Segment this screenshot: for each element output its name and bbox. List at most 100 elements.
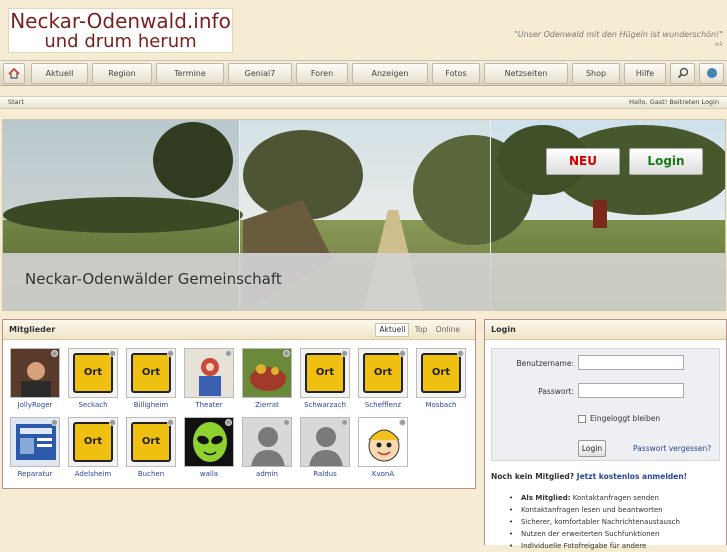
member-card[interactable]: Ort Mosbach [415, 348, 467, 409]
member-card[interactable]: Ort Adelsheim [67, 417, 119, 478]
member-avatar[interactable]: Ort [68, 417, 118, 467]
member-card[interactable]: Zierrat [241, 348, 293, 409]
list-item: Kontaktanfragen lesen und beantworten [509, 504, 680, 516]
online-status-dot [167, 419, 174, 426]
logo-line1: Neckar-Odenwald.info [10, 9, 231, 33]
online-status-dot [457, 350, 464, 357]
member-avatar[interactable] [10, 348, 60, 398]
member-avatar[interactable] [184, 417, 234, 467]
member-avatar[interactable] [358, 417, 408, 467]
online-status-dot [283, 350, 290, 357]
banner-login-button[interactable]: Login [629, 148, 703, 175]
member-card[interactable]: Ort Seckach [67, 348, 119, 409]
member-name[interactable]: Mosbach [415, 401, 467, 409]
member-card[interactable]: walla [183, 417, 235, 478]
member-name[interactable]: Schefflenz [357, 401, 409, 409]
member-name[interactable]: Theater [183, 401, 235, 409]
member-card[interactable]: KvonA [357, 417, 409, 478]
tab-top[interactable]: Top [412, 324, 431, 336]
members-box: Mitglieder Aktuell Top Online JollyRoger… [2, 319, 476, 489]
greeting-links[interactable]: Hallo, Gast! Beitreten Login [629, 97, 719, 108]
register-new-button[interactable]: NEU [546, 148, 620, 175]
nav-netzseiten[interactable]: Netzseiten [484, 63, 568, 84]
nav-fotos[interactable]: Fotos [432, 63, 480, 84]
member-card[interactable]: Ort Billigheim [125, 348, 177, 409]
member-name[interactable]: Adelsheim [67, 470, 119, 478]
member-name[interactable]: KvonA [357, 470, 409, 478]
tab-aktuell[interactable]: Aktuell [375, 323, 410, 337]
breadcrumb[interactable]: Start [8, 97, 24, 108]
online-status-dot [51, 419, 58, 426]
register-link[interactable]: Jetzt kostenlos anmelden! [577, 472, 687, 481]
member-name[interactable]: Raldus [299, 470, 351, 478]
tab-online[interactable]: Online [433, 324, 463, 336]
member-card[interactable]: Raldus [299, 417, 351, 478]
online-status-dot [399, 419, 406, 426]
forgot-password-link[interactable]: Passwort vergessen? [633, 444, 711, 453]
member-avatar[interactable]: Ort [126, 348, 176, 398]
member-avatar[interactable] [242, 348, 292, 398]
member-avatar[interactable]: Ort [300, 348, 350, 398]
member-name[interactable]: JollyRoger [9, 401, 61, 409]
member-avatar[interactable] [10, 417, 60, 467]
member-name[interactable]: Buchen [125, 470, 177, 478]
main-navigation: Aktuell Region Termine Genial7 Foren Anz… [0, 60, 727, 86]
password-input[interactable] [578, 383, 684, 398]
nav-aktuell[interactable]: Aktuell [31, 63, 88, 84]
member-avatar[interactable]: Ort [358, 348, 408, 398]
member-card[interactable]: Reparatur [9, 417, 61, 478]
benefit-text: Kontaktanfragen senden [572, 494, 659, 502]
online-status-dot [225, 350, 232, 357]
member-name[interactable]: walla [183, 470, 235, 478]
online-status-dot [167, 350, 174, 357]
info-bar: Start Hallo, Gast! Beitreten Login [0, 96, 727, 109]
online-status-dot [225, 419, 232, 426]
member-name[interactable]: Zierrat [241, 401, 293, 409]
banner-title-bar: Neckar-Odenwälder Gemeinschaft [3, 253, 491, 310]
member-name[interactable]: Seckach [67, 401, 119, 409]
member-avatar[interactable]: Ort [68, 348, 118, 398]
login-header: Login [485, 320, 726, 340]
member-card[interactable]: Ort Schefflenz [357, 348, 409, 409]
username-label: Benutzername: [516, 359, 574, 368]
member-avatar[interactable] [242, 417, 292, 467]
member-card[interactable]: JollyRoger [9, 348, 61, 409]
nav-foren[interactable]: Foren [296, 63, 348, 84]
globe-icon [706, 68, 717, 78]
place-sign-icon: Ort [363, 353, 403, 393]
remember-label: Eingeloggt bleiben [590, 414, 661, 423]
nav-search[interactable] [670, 63, 695, 84]
member-name[interactable]: Reparatur [9, 470, 61, 478]
member-card[interactable]: Theater [183, 348, 235, 409]
slogan-text: "Unser Odenwald mit den Hügeln ist wunde… [514, 30, 723, 39]
online-status-dot [51, 350, 58, 357]
username-input[interactable] [578, 355, 684, 370]
nav-genial7[interactable]: Genial7 [228, 63, 292, 84]
place-sign-icon: Ort [73, 422, 113, 462]
member-name[interactable]: admin [241, 470, 293, 478]
member-avatar[interactable]: Ort [126, 417, 176, 467]
online-status-dot [399, 350, 406, 357]
member-name[interactable]: Billigheim [125, 401, 177, 409]
no-account-line: Noch kein Mitglied? Jetzt kostenlos anme… [491, 472, 687, 481]
member-card[interactable]: Ort Buchen [125, 417, 177, 478]
nav-home[interactable] [3, 63, 25, 84]
member-avatar[interactable]: Ort [416, 348, 466, 398]
nav-anzeigen[interactable]: Anzeigen [352, 63, 428, 84]
remember-checkbox[interactable] [578, 415, 586, 423]
place-sign-icon: Ort [131, 353, 171, 393]
nav-shop[interactable]: Shop [572, 63, 620, 84]
nav-language[interactable] [699, 63, 724, 84]
members-header: Mitglieder Aktuell Top Online [3, 320, 475, 340]
login-submit-button[interactable]: Login [578, 440, 606, 457]
member-avatar[interactable] [300, 417, 350, 467]
nav-region[interactable]: Region [92, 63, 152, 84]
member-name[interactable]: Schwarzach [299, 401, 351, 409]
member-avatar[interactable] [184, 348, 234, 398]
nav-hilfe[interactable]: Hilfe [624, 63, 666, 84]
member-card[interactable]: Ort Schwarzach [299, 348, 351, 409]
members-tabs: Aktuell Top Online [375, 323, 463, 337]
nav-termine[interactable]: Termine [156, 63, 224, 84]
member-card[interactable]: admin [241, 417, 293, 478]
site-logo[interactable]: Neckar-Odenwald.info und drum herum [8, 8, 233, 53]
